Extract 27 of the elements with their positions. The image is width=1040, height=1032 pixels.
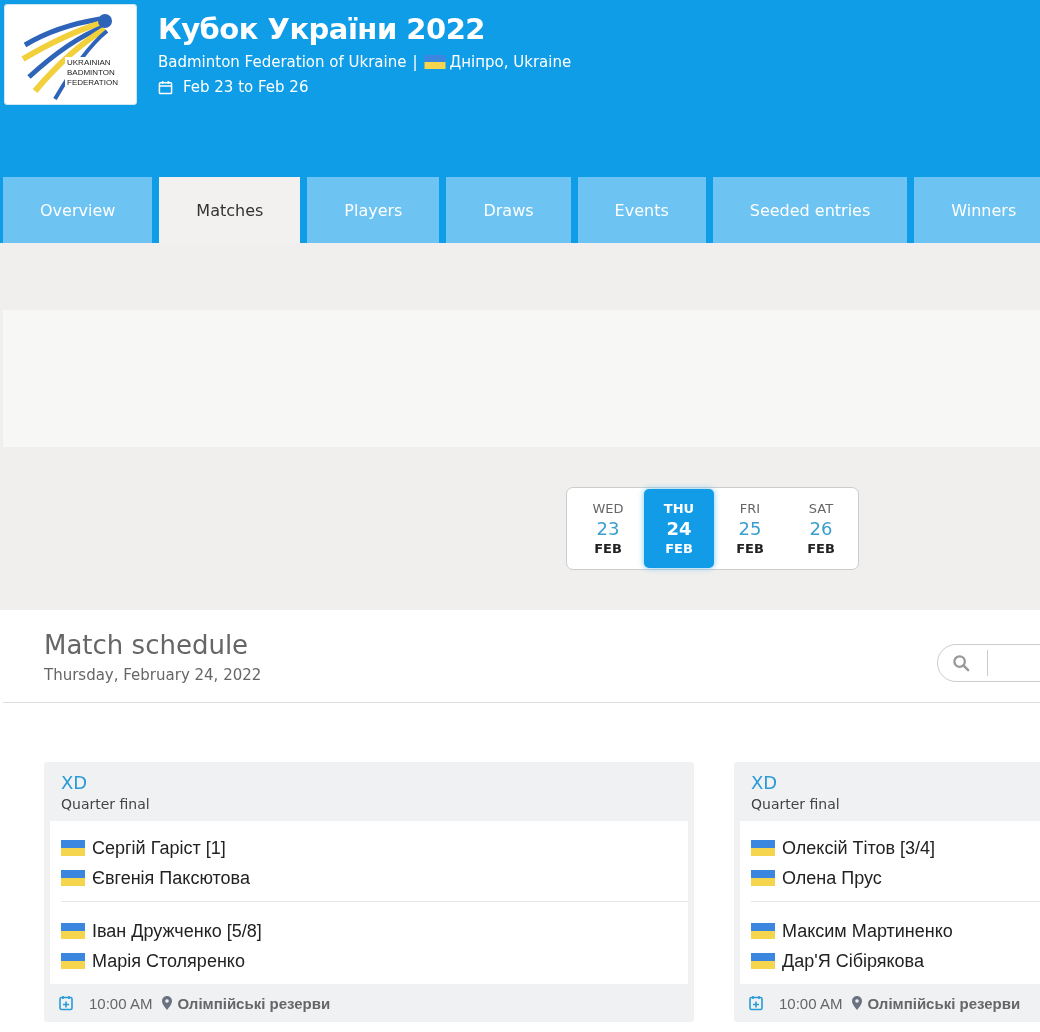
- player-name[interactable]: Дар'Я Сібірякова: [782, 950, 924, 972]
- separator: |: [412, 53, 418, 71]
- date-subtitle: Thursday, February 24, 2022: [44, 666, 262, 684]
- logo-text: UKRAINIAN BADMINTON FEDERATION: [65, 57, 120, 89]
- match-time: 10:00 AM: [779, 994, 843, 1012]
- match-time: 10:00 AM: [89, 994, 153, 1012]
- court-name: Олімпійські резерви: [177, 994, 331, 1012]
- day-button[interactable]: WED 23 FEB: [573, 489, 643, 568]
- player-name[interactable]: Максим Мартиненко: [782, 920, 953, 942]
- section-title: Match schedule: [44, 630, 250, 660]
- day-button[interactable]: FRI 25 FEB: [715, 489, 785, 568]
- court-name: Олімпійські резерви: [867, 994, 1021, 1012]
- player-name[interactable]: Євгенія Паксютова: [92, 867, 250, 889]
- round-label: Quarter final: [60, 796, 151, 812]
- tournament-title: Кубок України 2022: [158, 12, 487, 46]
- player-name[interactable]: Олексій Тітов [3/4]: [782, 837, 936, 859]
- event-code: XD: [750, 772, 779, 793]
- location-text: Дніпро, Ukraine: [449, 53, 572, 71]
- player-name[interactable]: Сергій Гаріст [1]: [92, 837, 226, 859]
- player-name[interactable]: Марія Столяренко: [92, 950, 245, 972]
- event-code: XD: [60, 772, 89, 793]
- player-name[interactable]: Іван Дружченко [5/8]: [92, 920, 262, 942]
- tab[interactable]: Matches: [159, 177, 301, 243]
- date-range: Feb 23 to Feb 26: [183, 78, 309, 96]
- player-name[interactable]: Олена Прус: [782, 867, 882, 889]
- day-button[interactable]: SAT 26 FEB: [786, 489, 856, 568]
- round-label: Quarter final: [750, 796, 841, 812]
